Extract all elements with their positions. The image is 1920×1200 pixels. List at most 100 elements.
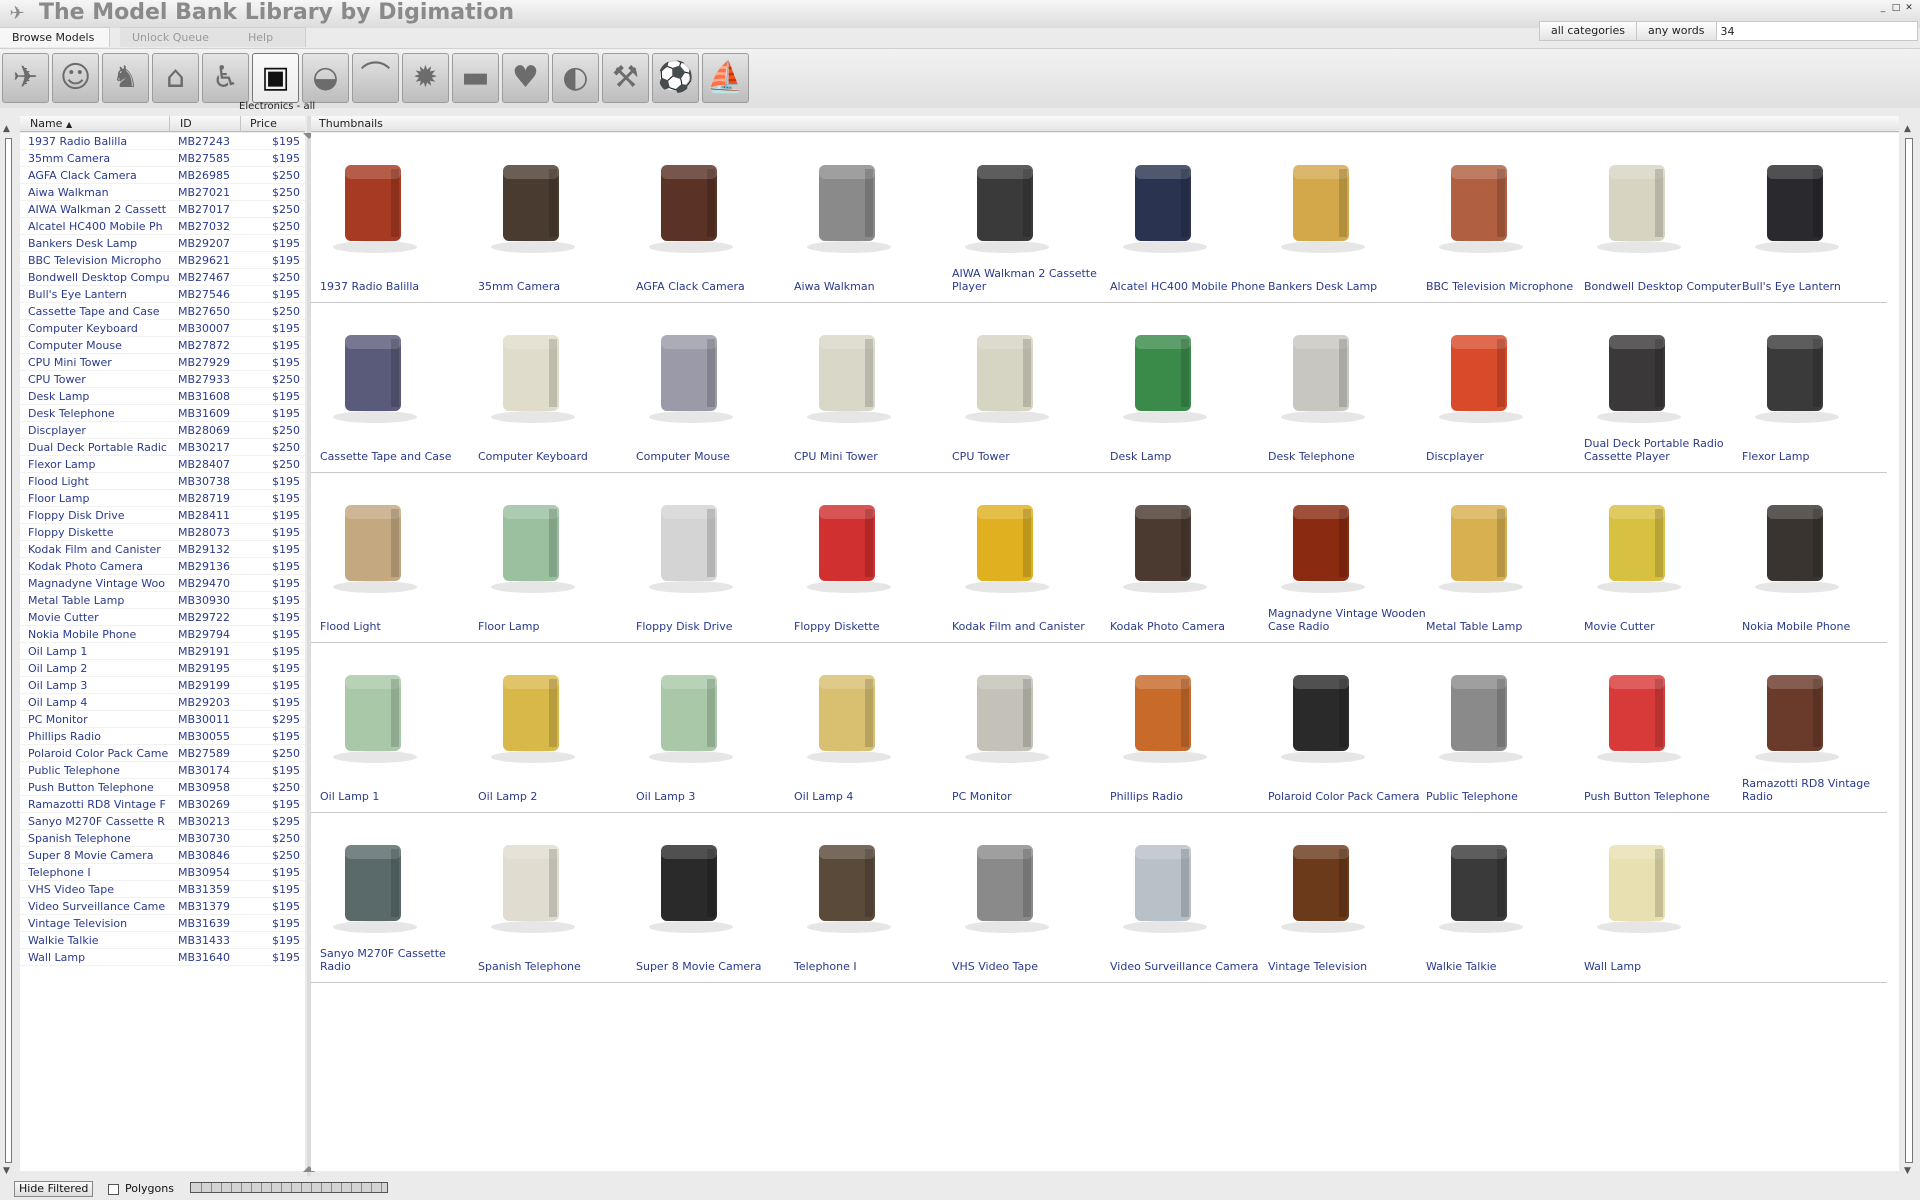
category-button-industrial[interactable]: ✹ <box>402 53 449 103</box>
thumbnail-card[interactable]: Polaroid Color Pack Camera <box>1259 643 1420 813</box>
scroll-up-icon[interactable]: ▲ <box>1904 124 1911 134</box>
tab-browse-models[interactable]: Browse Models <box>0 27 110 47</box>
thumbnail-card[interactable]: Dual Deck Portable Radio Cassette Player <box>1575 303 1733 473</box>
list-row[interactable]: Walkie Talkie MB31433 $195 <box>20 932 305 949</box>
list-row[interactable]: Phillips Radio MB30055 $195 <box>20 728 305 745</box>
category-button-sports[interactable]: ⚽ <box>652 53 699 103</box>
list-row[interactable]: Desk Lamp MB31608 $195 <box>20 388 305 405</box>
list-row[interactable]: Floor Lamp MB28719 $195 <box>20 490 305 507</box>
list-row[interactable]: Kodak Film and Canister MB29132 $195 <box>20 541 305 558</box>
thumbnail-card[interactable]: Discplayer <box>1417 303 1575 473</box>
thumbnail-card[interactable]: Kodak Photo Camera <box>1101 473 1259 643</box>
category-button-people[interactable]: ♿ <box>202 53 249 103</box>
category-button-medical[interactable]: ◐ <box>552 53 599 103</box>
thumbnail-card[interactable]: VHS Video Tape <box>943 813 1101 983</box>
close-icon[interactable]: ✕ <box>1904 2 1914 14</box>
thumbnail-card[interactable]: Cassette Tape and Case <box>311 303 469 473</box>
thumbnail-card[interactable]: PC Monitor <box>943 643 1101 813</box>
list-row[interactable]: Vintage Television MB31639 $195 <box>20 915 305 932</box>
thumbnail-card[interactable]: AGFA Clack Camera <box>627 133 785 303</box>
thumbnail-card[interactable]: Aiwa Walkman <box>785 133 943 303</box>
minimize-icon[interactable]: _ <box>1878 2 1888 14</box>
maximize-icon[interactable]: □ <box>1891 2 1901 14</box>
thumbnail-card[interactable]: Desk Telephone <box>1259 303 1417 473</box>
scroll-down-icon[interactable]: ▼ <box>1904 1166 1911 1176</box>
thumbnail-card[interactable]: Ramazotti RD8 Vintage Radio <box>1733 643 1891 813</box>
thumbnail-card[interactable]: Bondwell Desktop Computer <box>1575 133 1741 303</box>
thumbnail-card[interactable]: Desk Lamp <box>1101 303 1259 473</box>
thumbnail-card[interactable]: Bull's Eye Lantern <box>1733 133 1891 303</box>
column-header-name[interactable]: Name ▲ <box>30 116 72 132</box>
match-mode-select[interactable]: any words <box>1637 22 1717 40</box>
list-row[interactable]: Bankers Desk Lamp MB29207 $195 <box>20 235 305 252</box>
category-button-architecture[interactable]: ⌂ <box>152 53 199 103</box>
thumbnail-card[interactable]: Vintage Television <box>1259 813 1417 983</box>
scroll-up-icon[interactable]: ▲ <box>3 124 10 134</box>
list-row[interactable]: Video Surveillance Came MB31379 $195 <box>20 898 305 915</box>
list-row[interactable]: Kodak Photo Camera MB29136 $195 <box>20 558 305 575</box>
list-row[interactable]: Oil Lamp 3 MB29199 $195 <box>20 677 305 694</box>
list-row[interactable]: Oil Lamp 4 MB29203 $195 <box>20 694 305 711</box>
thumbnail-card[interactable]: Nokia Mobile Phone <box>1733 473 1891 643</box>
list-row[interactable]: Telephone I MB30954 $195 <box>20 864 305 881</box>
list-scrollbar[interactable]: ▲ ▼ <box>0 120 17 1180</box>
thumbnail-card[interactable]: Telephone I <box>785 813 943 983</box>
thumbnail-card[interactable]: Wall Lamp <box>1575 813 1733 983</box>
thumbnail-card[interactable]: CPU Mini Tower <box>785 303 943 473</box>
thumbnail-card[interactable]: 35mm Camera <box>469 133 627 303</box>
list-row[interactable]: CPU Mini Tower MB27929 $195 <box>20 354 305 371</box>
list-row[interactable]: Bull's Eye Lantern MB27546 $195 <box>20 286 305 303</box>
list-row[interactable]: VHS Video Tape MB31359 $195 <box>20 881 305 898</box>
polygons-checkbox[interactable] <box>108 1184 119 1195</box>
list-row[interactable]: Desk Telephone MB31609 $195 <box>20 405 305 422</box>
thumbnail-card[interactable]: Kodak Film and Canister <box>943 473 1101 643</box>
thumbnail-card[interactable]: Walkie Talkie <box>1417 813 1575 983</box>
list-row[interactable]: CPU Tower MB27933 $250 <box>20 371 305 388</box>
list-row[interactable]: PC Monitor MB30011 $295 <box>20 711 305 728</box>
list-row[interactable]: Alcatel HC400 Mobile Ph MB27032 $250 <box>20 218 305 235</box>
list-row[interactable]: Dual Deck Portable Radic MB30217 $250 <box>20 439 305 456</box>
thumbnail-card[interactable]: Alcatel HC400 Mobile Phone <box>1101 133 1265 303</box>
list-row[interactable]: Aiwa Walkman MB27021 $250 <box>20 184 305 201</box>
list-row[interactable]: Computer Keyboard MB30007 $195 <box>20 320 305 337</box>
list-row[interactable]: Wall Lamp MB31640 $195 <box>20 949 305 966</box>
category-button-aircraft[interactable]: ✈ <box>2 53 49 103</box>
list-row[interactable]: 35mm Camera MB27585 $195 <box>20 150 305 167</box>
thumbnail-card[interactable]: BBC Television Microphone <box>1417 133 1575 303</box>
list-row[interactable]: Oil Lamp 1 MB29191 $195 <box>20 643 305 660</box>
thumbnail-card[interactable]: Spanish Telephone <box>469 813 627 983</box>
thumbnail-card[interactable]: Video Surveillance Camera <box>1101 813 1259 983</box>
category-button-electronics[interactable]: ▣ <box>252 53 299 103</box>
list-row[interactable]: Bondwell Desktop Compu MB27467 $250 <box>20 269 305 286</box>
thumbnail-card[interactable]: Floppy Disk Drive <box>627 473 785 643</box>
column-header-id[interactable]: ID <box>180 116 192 132</box>
list-row[interactable]: Floppy Disk Drive MB28411 $195 <box>20 507 305 524</box>
category-button-watercraft[interactable]: ⛵ <box>702 53 749 103</box>
category-button-military[interactable]: ▬ <box>452 53 499 103</box>
thumbnail-card[interactable]: Oil Lamp 4 <box>785 643 943 813</box>
list-row[interactable]: Flexor Lamp MB28407 $250 <box>20 456 305 473</box>
thumbnail-card[interactable]: Oil Lamp 3 <box>627 643 785 813</box>
search-input[interactable] <box>1716 22 1917 40</box>
thumbnails-scrollbar[interactable]: ▲ ▼ <box>1899 120 1920 1180</box>
category-button-characters[interactable]: ☺ <box>52 53 99 103</box>
list-row[interactable]: Super 8 Movie Camera MB30846 $250 <box>20 847 305 864</box>
thumbnail-card[interactable]: Computer Keyboard <box>469 303 627 473</box>
list-row[interactable]: Movie Cutter MB29722 $195 <box>20 609 305 626</box>
list-row[interactable]: Oil Lamp 2 MB29195 $195 <box>20 660 305 677</box>
list-row[interactable]: Public Telephone MB30174 $195 <box>20 762 305 779</box>
thumbnail-card[interactable]: Metal Table Lamp <box>1417 473 1575 643</box>
list-row[interactable]: Flood Light MB30738 $195 <box>20 473 305 490</box>
thumbnail-card[interactable]: Flood Light <box>311 473 469 643</box>
category-filter-select[interactable]: all categories <box>1540 22 1638 40</box>
thumbnail-card[interactable]: Flexor Lamp <box>1733 303 1891 473</box>
tab-help[interactable]: Help <box>236 27 306 47</box>
category-button-animals[interactable]: ♞ <box>102 53 149 103</box>
list-row[interactable]: Sanyo M270F Cassette R MB30213 $295 <box>20 813 305 830</box>
list-row[interactable]: Magnadyne Vintage Woo MB29470 $195 <box>20 575 305 592</box>
column-divider[interactable] <box>169 116 170 132</box>
list-row[interactable]: Cassette Tape and Case MB27650 $250 <box>20 303 305 320</box>
polygons-slider[interactable] <box>190 1182 388 1193</box>
thumbnail-card[interactable]: Floppy Diskette <box>785 473 943 643</box>
category-button-food[interactable]: ♥ <box>502 53 549 103</box>
